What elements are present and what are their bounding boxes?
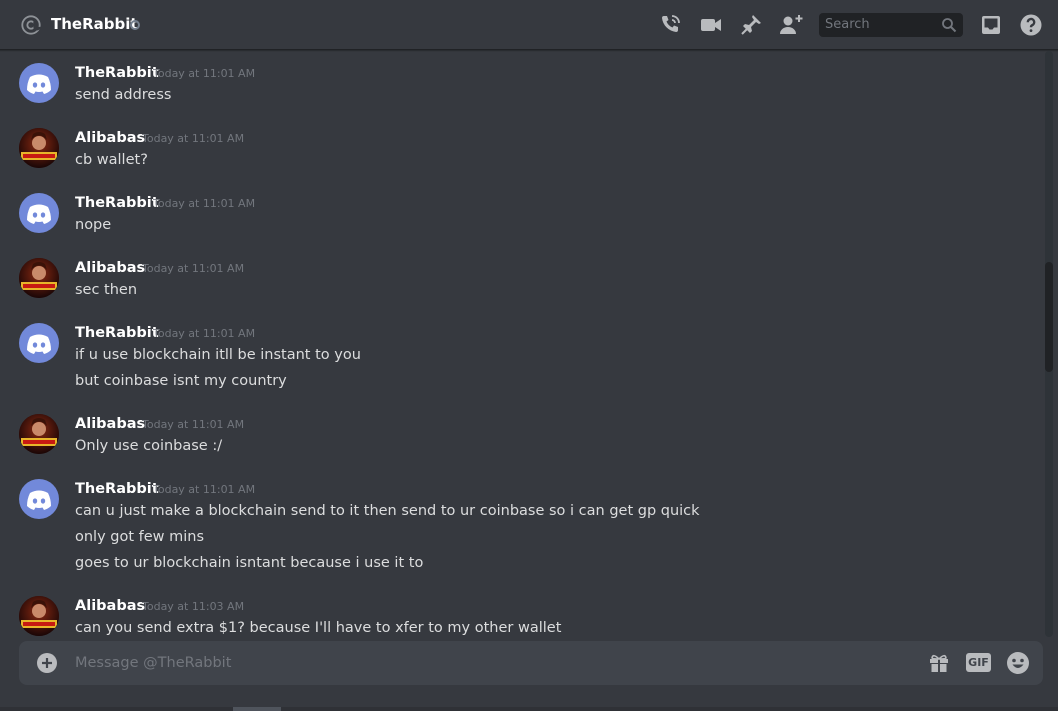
alibabas-avatar-image xyxy=(19,596,59,636)
message-author[interactable]: Alibabas xyxy=(75,258,145,278)
avatar[interactable] xyxy=(19,258,59,298)
at-icon xyxy=(21,15,41,35)
message-author[interactable]: TheRabbit xyxy=(75,323,159,343)
alibabas-avatar-image xyxy=(19,258,59,298)
message-timestamp: Today at 11:01 AM xyxy=(142,418,245,431)
search-placeholder: Search xyxy=(825,17,870,32)
message-timestamp: Today at 11:01 AM xyxy=(153,67,256,80)
discord-logo-icon xyxy=(27,490,51,510)
message-author[interactable]: TheRabbit xyxy=(75,193,159,213)
inbox-icon[interactable] xyxy=(979,13,1003,37)
message-timestamp: Today at 11:01 AM xyxy=(153,327,256,340)
message-text: but coinbase isnt my country xyxy=(75,373,287,389)
channel-header: TheRabbit Search xyxy=(0,0,1058,50)
offline-status-icon xyxy=(130,20,140,30)
message-input[interactable]: Message @TheRabbit xyxy=(75,653,231,673)
emoji-icon[interactable] xyxy=(1006,651,1030,675)
message-timestamp: Today at 11:01 AM xyxy=(142,262,245,275)
upload-plus-icon[interactable] xyxy=(37,653,57,673)
message-timestamp: Today at 11:03 AM xyxy=(142,600,245,613)
message-text: send address xyxy=(75,87,172,103)
bottom-tab-indicator xyxy=(233,707,281,711)
discord-logo-icon xyxy=(27,334,51,354)
avatar[interactable] xyxy=(19,479,59,519)
search-icon xyxy=(942,18,957,33)
message-text: can you send extra $1? because I'll have… xyxy=(75,620,562,636)
video-call-icon[interactable] xyxy=(699,13,723,37)
dm-recipient-name[interactable]: TheRabbit xyxy=(51,14,138,34)
message-author[interactable]: TheRabbit xyxy=(75,63,159,83)
alibabas-avatar-image xyxy=(19,128,59,168)
message-author[interactable]: Alibabas xyxy=(75,596,145,616)
avatar[interactable] xyxy=(19,414,59,454)
alibabas-avatar-image xyxy=(19,414,59,454)
message-text: goes to ur blockchain isntant because i … xyxy=(75,555,424,571)
message-text: nope xyxy=(75,217,112,233)
avatar[interactable] xyxy=(19,596,59,636)
message-timestamp: Today at 11:01 AM xyxy=(153,197,256,210)
gift-icon[interactable] xyxy=(927,651,951,675)
pin-icon[interactable] xyxy=(739,13,763,37)
message-timestamp: Today at 11:01 AM xyxy=(142,132,245,145)
voice-call-icon[interactable] xyxy=(658,13,682,37)
add-friend-icon[interactable] xyxy=(779,13,803,37)
gif-button[interactable]: GIF xyxy=(966,653,991,672)
avatar[interactable] xyxy=(19,193,59,233)
discord-logo-icon xyxy=(27,74,51,94)
message-text: sec then xyxy=(75,282,138,298)
message-composer[interactable]: Message @TheRabbit GIF xyxy=(19,641,1043,685)
avatar[interactable] xyxy=(19,323,59,363)
message-text: cb wallet? xyxy=(75,152,148,168)
message-timestamp: Today at 11:01 AM xyxy=(153,483,256,496)
discord-logo-icon xyxy=(27,204,51,224)
scrollbar-thumb[interactable] xyxy=(1045,262,1053,372)
message-text: can u just make a blockchain send to it … xyxy=(75,503,700,519)
message-author[interactable]: TheRabbit xyxy=(75,479,159,499)
avatar[interactable] xyxy=(19,63,59,103)
message-text: only got few mins xyxy=(75,529,205,545)
window-bottom-bar xyxy=(0,707,1058,711)
message-author[interactable]: Alibabas xyxy=(75,128,145,148)
avatar[interactable] xyxy=(19,128,59,168)
message-author[interactable]: Alibabas xyxy=(75,414,145,434)
help-icon[interactable] xyxy=(1019,13,1043,37)
message-text: Only use coinbase :/ xyxy=(75,438,223,454)
search-input[interactable]: Search xyxy=(819,13,963,37)
gif-label: GIF xyxy=(968,656,989,669)
message-text: if u use blockchain itll be instant to y… xyxy=(75,347,361,363)
message-list[interactable]: TheRabbit Today at 11:01 AM send address… xyxy=(0,51,1045,637)
